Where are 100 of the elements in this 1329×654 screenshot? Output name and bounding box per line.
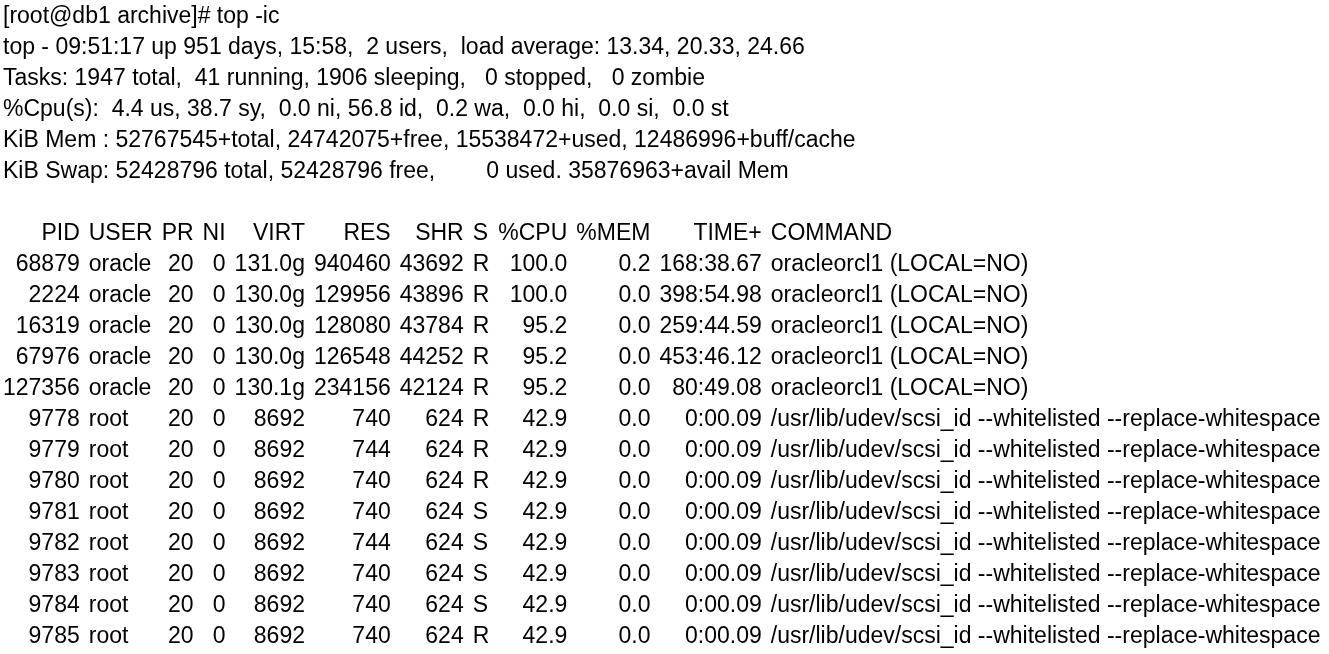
table-cell-text: oracleorcl1 (LOCAL=NO) <box>769 311 1030 340</box>
table-cell-text: 0 <box>211 497 226 526</box>
table-cell-text: oracleorcl1 (LOCAL=NO) <box>769 280 1030 309</box>
table-cell-text: 20 <box>167 559 194 588</box>
table-cell: 0:00.09 <box>650 558 762 589</box>
table-cell: R <box>463 620 490 651</box>
table-cell-text: 8692 <box>252 497 305 526</box>
table-cell-text: 9779 <box>27 435 80 464</box>
table-cell-text: /usr/lib/udev/scsi_id --whitelisted --replace-whitespace <box>769 621 1321 650</box>
table-cell: root <box>79 589 153 620</box>
column-header: USER <box>87 218 153 247</box>
table-cell-text: oracle <box>87 342 153 371</box>
table-cell-text: 20 <box>167 497 194 526</box>
table-cell: 0:00.09 <box>650 589 762 620</box>
table-cell-text: 130.0g <box>233 280 305 309</box>
table-cell-text: 9781 <box>27 497 80 526</box>
summary-line: %Cpu(s): 4.4 us, 38.7 sy, 0.0 ni, 56.8 id, 0.2 wa, 0.0 hi, 0.0 si, 0.0 st <box>3 94 729 123</box>
table-cell: 42.9 <box>489 403 568 434</box>
table-cell-text: 127356 <box>3 373 80 402</box>
table-cell: 0.0 <box>567 465 651 496</box>
column-header: RES <box>304 217 391 248</box>
table-cell-text: 740 <box>351 621 391 650</box>
table-cell: 453:46.12 <box>650 341 762 372</box>
table-cell-text: 740 <box>351 497 391 526</box>
column-header: PR <box>160 218 194 247</box>
table-cell-text: 130.0g <box>233 342 305 371</box>
table-cell-text: 624 <box>424 404 464 433</box>
table-cell-text: 129956 <box>312 280 391 309</box>
column-header: %MEM <box>575 218 651 247</box>
table-cell-text: 42.9 <box>521 559 568 588</box>
table-cell-text: 42124 <box>398 373 464 402</box>
table-cell: 0:00.09 <box>650 527 762 558</box>
table-cell: 42.9 <box>489 465 568 496</box>
table-cell-text: 126548 <box>312 342 391 371</box>
table-cell-text: 20 <box>167 342 194 371</box>
table-cell: 0:00.09 <box>650 620 762 651</box>
table-cell-text: root <box>87 404 130 433</box>
table-cell-text: 9783 <box>27 559 80 588</box>
table-cell-text: 130.0g <box>233 311 305 340</box>
column-header: NI <box>201 218 226 247</box>
table-cell: 0:00.09 <box>650 496 762 527</box>
table-cell: 0:00.09 <box>650 403 762 434</box>
table-cell-text: 624 <box>424 466 464 495</box>
table-cell-text: 20 <box>167 373 194 402</box>
table-cell-text: 44252 <box>398 342 464 371</box>
table-cell-text: 624 <box>424 559 464 588</box>
table-cell: 0.0 <box>567 341 651 372</box>
table-cell-text: oracle <box>87 311 153 340</box>
table-cell-text: 9778 <box>27 404 80 433</box>
table-cell-text: R <box>471 342 490 371</box>
column-header: COMMAND <box>769 218 894 247</box>
table-cell: R <box>463 310 490 341</box>
table-cell: 0.0 <box>567 372 651 403</box>
table-cell: 0.0 <box>567 589 651 620</box>
table-cell: 0.2 <box>567 248 651 279</box>
table-cell-text: 0 <box>211 435 226 464</box>
table-cell: 0.0 <box>567 620 651 651</box>
column-header: PID <box>40 218 80 247</box>
table-cell-text: 0 <box>211 311 226 340</box>
table-cell-text: /usr/lib/udev/scsi_id --whitelisted --replace-whitespace <box>769 497 1321 526</box>
table-cell-text: 0 <box>211 342 226 371</box>
table-cell-text: 67976 <box>14 342 80 371</box>
table-cell: S <box>463 589 490 620</box>
table-cell-text: 0 <box>211 590 226 619</box>
table-cell-text: root <box>87 497 130 526</box>
table-cell-text: oracleorcl1 (LOCAL=NO) <box>769 342 1030 371</box>
table-cell-text: 42.9 <box>521 528 568 557</box>
summary-line: top - 09:51:17 up 951 days, 15:58, 2 users, load average: 13.34, 20.33, 24.66 <box>3 32 805 61</box>
column-header: SHR <box>414 218 464 247</box>
table-cell-text: R <box>471 249 490 278</box>
table-cell-text: 42.9 <box>521 590 568 619</box>
table-cell-text: 9784 <box>27 590 80 619</box>
table-cell-text: 8692 <box>252 404 305 433</box>
table-cell-text: 624 <box>424 621 464 650</box>
table-cell: 0.0 <box>567 434 651 465</box>
table-cell-text: 740 <box>351 590 391 619</box>
table-cell-text: 0 <box>211 466 226 495</box>
table-cell-text: 0 <box>211 621 226 650</box>
table-cell-text: 8692 <box>252 466 305 495</box>
table-cell-text: 43784 <box>398 311 464 340</box>
table-cell-text: 20 <box>167 280 194 309</box>
table-cell-text: /usr/lib/udev/scsi_id --whitelisted --replace-whitespace <box>769 466 1321 495</box>
table-cell: 0.0 <box>567 496 651 527</box>
table-cell: 100.0 <box>489 279 568 310</box>
table-cell-text: 43692 <box>398 249 464 278</box>
table-cell-text: root <box>87 435 130 464</box>
table-cell-text: /usr/lib/udev/scsi_id --whitelisted --replace-whitespace <box>769 435 1321 464</box>
column-header: %CPU <box>497 218 568 247</box>
table-cell: 0.0 <box>567 310 651 341</box>
table-cell: 100.0 <box>489 248 568 279</box>
table-cell-text: 9785 <box>27 621 80 650</box>
table-cell-text: 8692 <box>252 621 305 650</box>
table-cell: 0.0 <box>567 558 651 589</box>
table-cell-text: /usr/lib/udev/scsi_id --whitelisted --replace-whitespace <box>769 559 1321 588</box>
table-cell-text: oracleorcl1 (LOCAL=NO) <box>769 373 1030 402</box>
table-cell-text: 0 <box>211 404 226 433</box>
table-cell-text: 0 <box>211 280 226 309</box>
table-cell-text: 2224 <box>27 280 80 309</box>
table-cell-text: oracle <box>87 249 153 278</box>
table-cell-text: /usr/lib/udev/scsi_id --whitelisted --replace-whitespace <box>769 404 1321 433</box>
